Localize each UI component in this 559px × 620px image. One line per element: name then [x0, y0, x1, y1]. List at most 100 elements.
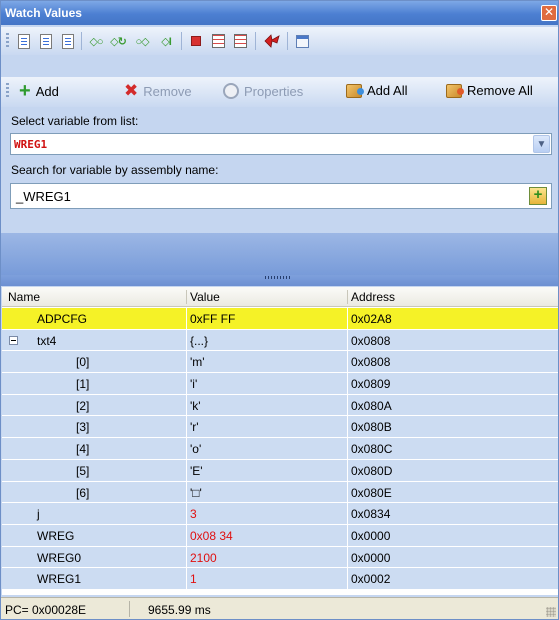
- cell-value[interactable]: 0x08 34: [190, 529, 233, 543]
- properties-button[interactable]: Properties: [223, 83, 303, 99]
- resize-grip[interactable]: [546, 607, 556, 617]
- title-bar[interactable]: Watch Values ✕: [1, 1, 558, 25]
- table-row[interactable]: txt4 {...} 0x0808: [2, 329, 558, 352]
- cell-name: txt4: [37, 333, 57, 348]
- cell-value[interactable]: 0xFF FF: [190, 312, 235, 326]
- toolbar-grip[interactable]: [6, 33, 9, 49]
- cell-address: 0x0808: [351, 333, 391, 348]
- search-label: Search for variable by assembly name:: [11, 163, 219, 177]
- cell-address: 0x0000: [351, 550, 391, 565]
- table-row[interactable]: [3] 'r' 0x080B: [2, 416, 558, 439]
- cell-address: 0x02A8: [351, 312, 392, 326]
- cell-name: [0]: [76, 355, 90, 370]
- properties-icon: [223, 83, 239, 99]
- add-button[interactable]: + Add: [19, 81, 59, 101]
- doc-icon[interactable]: [37, 32, 55, 50]
- toolbar-separator: [255, 32, 256, 50]
- add-symbol-icon[interactable]: +: [529, 187, 547, 205]
- watch-grid: Name Value Address ADPCFG 0xFF FF 0x02A8 tx…: [2, 287, 558, 595]
- cell-name: [2]: [76, 398, 90, 413]
- table-row[interactable]: ADPCFG 0xFF FF 0x02A8: [2, 308, 558, 330]
- cell-address: 0x0834: [351, 507, 391, 522]
- cell-value[interactable]: 2100: [190, 551, 217, 565]
- cell-name: WREG1: [37, 572, 82, 587]
- properties-label: Properties: [244, 83, 304, 99]
- red-arrow-icon[interactable]: [263, 32, 281, 50]
- step-over-icon[interactable]: ◇↻: [109, 32, 127, 50]
- windows-icon[interactable]: [231, 32, 249, 50]
- cell-value[interactable]: {...}: [190, 334, 208, 348]
- grid-rows: ADPCFG 0xFF FF 0x02A8 txt4 {...} 0x0808 [0] 'm'…: [2, 308, 558, 590]
- column-name-header[interactable]: Name: [8, 290, 40, 304]
- table-row[interactable]: [4] 'o' 0x080C: [2, 438, 558, 460]
- doc-delete-icon[interactable]: [59, 32, 77, 50]
- add-all-button[interactable]: Add All: [346, 83, 407, 98]
- cell-address: 0x0002: [351, 572, 391, 587]
- stopwatch-time: 9655.99 ms: [148, 603, 211, 617]
- table-row[interactable]: WREG1 1 0x0002: [2, 568, 558, 590]
- run-to-cursor-icon[interactable]: ◇I: [157, 32, 175, 50]
- assembly-name-value: _WREG1: [16, 189, 71, 204]
- cell-address: 0x0808: [351, 355, 391, 370]
- program-counter: PC= 0x00028E: [5, 603, 87, 617]
- toolbar-separator: [287, 32, 288, 50]
- cell-value[interactable]: 'o': [190, 442, 201, 456]
- watch-toolbar: + Add ✖ Remove Properties Add All Remove…: [1, 77, 558, 107]
- chevron-down-icon[interactable]: ▼: [533, 135, 550, 153]
- grid-header: Name Value Address: [2, 287, 558, 307]
- cell-address: 0x080A: [351, 398, 392, 413]
- cell-value[interactable]: 'k': [190, 399, 201, 413]
- cell-value[interactable]: 'm': [190, 355, 205, 369]
- variable-form: Select variable from list: WREG1 ▼ Searc…: [1, 109, 558, 287]
- breakpoint-icon[interactable]: [187, 32, 205, 50]
- add-label: Add: [35, 83, 59, 99]
- toolbar-separator: [181, 32, 182, 50]
- step-out-icon[interactable]: ○◇: [133, 32, 151, 50]
- assembly-name-input[interactable]: _WREG1 +: [10, 183, 552, 209]
- cell-name: [6]: [76, 485, 90, 500]
- table-row[interactable]: WREG0 2100 0x0000: [2, 546, 558, 569]
- cell-value[interactable]: 'i': [190, 377, 197, 391]
- cell-address: 0x080C: [351, 442, 393, 457]
- cell-name: [5]: [76, 463, 90, 478]
- cell-value[interactable]: 'E': [190, 464, 203, 478]
- table-row[interactable]: [2] 'k' 0x080A: [2, 394, 558, 417]
- cell-name: [1]: [76, 377, 90, 392]
- cell-value[interactable]: 'r': [190, 420, 199, 434]
- cell-address: 0x080B: [351, 420, 392, 435]
- cell-value[interactable]: '□': [190, 486, 202, 500]
- toolbar-gap: [1, 55, 558, 77]
- delete-x-icon: ✖: [124, 81, 139, 100]
- doc-icon[interactable]: [15, 32, 33, 50]
- table-row[interactable]: [6] '□' 0x080E: [2, 481, 558, 504]
- step-into-icon[interactable]: ◇○: [87, 32, 105, 50]
- cell-address: 0x0809: [351, 377, 391, 392]
- debug-toolbar: ◇○ ◇↻ ○◇ ◇I: [1, 27, 558, 55]
- remove-all-button[interactable]: Remove All: [446, 83, 533, 98]
- table-row[interactable]: [5] 'E' 0x080D: [2, 459, 558, 482]
- column-value-header[interactable]: Value: [190, 290, 220, 304]
- cell-value[interactable]: 1: [190, 572, 197, 586]
- close-icon[interactable]: ✕: [541, 5, 557, 21]
- splitter-handle[interactable]: [1, 275, 558, 286]
- remove-all-label: Remove All: [467, 83, 533, 98]
- window-icon[interactable]: [293, 32, 311, 50]
- cell-value[interactable]: 3: [190, 507, 197, 521]
- table-row[interactable]: WREG 0x08 34 0x0000: [2, 524, 558, 547]
- variable-select[interactable]: WREG1 ▼: [10, 133, 552, 155]
- variable-select-value: WREG1: [14, 138, 48, 151]
- remove-button[interactable]: ✖ Remove: [124, 81, 192, 100]
- table-row[interactable]: j 3 0x0834: [2, 503, 558, 525]
- cell-name: WREG: [37, 528, 75, 543]
- cell-address: 0x080E: [351, 485, 392, 500]
- cell-address: 0x0000: [351, 528, 391, 543]
- cell-name: j: [37, 507, 40, 522]
- table-row[interactable]: [0] 'm' 0x0808: [2, 351, 558, 374]
- list-icon[interactable]: [209, 32, 227, 50]
- table-row[interactable]: [1] 'i' 0x0809: [2, 373, 558, 395]
- window-title: Watch Values: [5, 6, 82, 20]
- toolbar-grip[interactable]: [6, 83, 9, 99]
- collapse-icon[interactable]: [9, 335, 18, 345]
- column-address-header[interactable]: Address: [351, 290, 395, 304]
- cell-address: 0x080D: [351, 463, 393, 478]
